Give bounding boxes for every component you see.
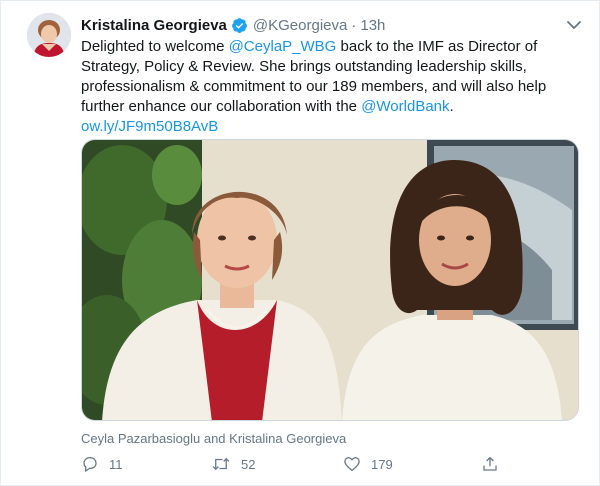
like-count: 179 — [371, 456, 393, 472]
tweet-text-part: Delighted to welcome — [81, 38, 229, 55]
photo-image — [82, 140, 578, 420]
tweet-menu-chevron-icon[interactable] — [564, 15, 584, 35]
share-button[interactable] — [481, 453, 509, 475]
author-name[interactable]: Kristalina Georgieva — [81, 17, 227, 34]
author-avatar[interactable] — [27, 13, 71, 57]
retweet-icon — [212, 457, 230, 471]
reply-count: 11 — [109, 456, 123, 472]
header-separator: · — [351, 16, 357, 34]
reply-icon — [83, 456, 97, 472]
tweet-photo[interactable] — [81, 139, 579, 421]
avatar-image — [27, 13, 71, 57]
retweet-button[interactable]: 52 — [211, 453, 255, 475]
verified-badge-icon — [231, 17, 248, 34]
mention-ceylap-link[interactable]: @CeylaP_WBG — [229, 38, 337, 55]
tweet-actions: 11 52 179 — [81, 453, 521, 475]
tweet-timestamp[interactable]: 13h — [360, 17, 385, 34]
like-button[interactable]: 179 — [343, 453, 393, 475]
tweet-card[interactable]: Kristalina Georgieva @KGeorgieva · 13h D… — [0, 0, 600, 486]
reply-button[interactable]: 11 — [81, 453, 123, 475]
author-handle[interactable]: @KGeorgieva — [253, 17, 347, 34]
heart-icon — [344, 457, 360, 472]
tweet-url-link[interactable]: ow.ly/JF9m50B8AvB — [81, 118, 218, 135]
retweet-count: 52 — [241, 456, 256, 472]
tweet-text-part: . — [449, 98, 454, 115]
tweet-header: Kristalina Georgieva @KGeorgieva · 13h — [81, 15, 579, 35]
photo-caption: Ceyla Pazarbasioglu and Kristalina Georg… — [81, 431, 347, 446]
tweet-text: Delighted to welcome @CeylaP_WBG back to… — [81, 37, 551, 137]
mention-worldbank-link[interactable]: @WorldBank — [361, 98, 449, 115]
share-icon — [483, 456, 497, 471]
